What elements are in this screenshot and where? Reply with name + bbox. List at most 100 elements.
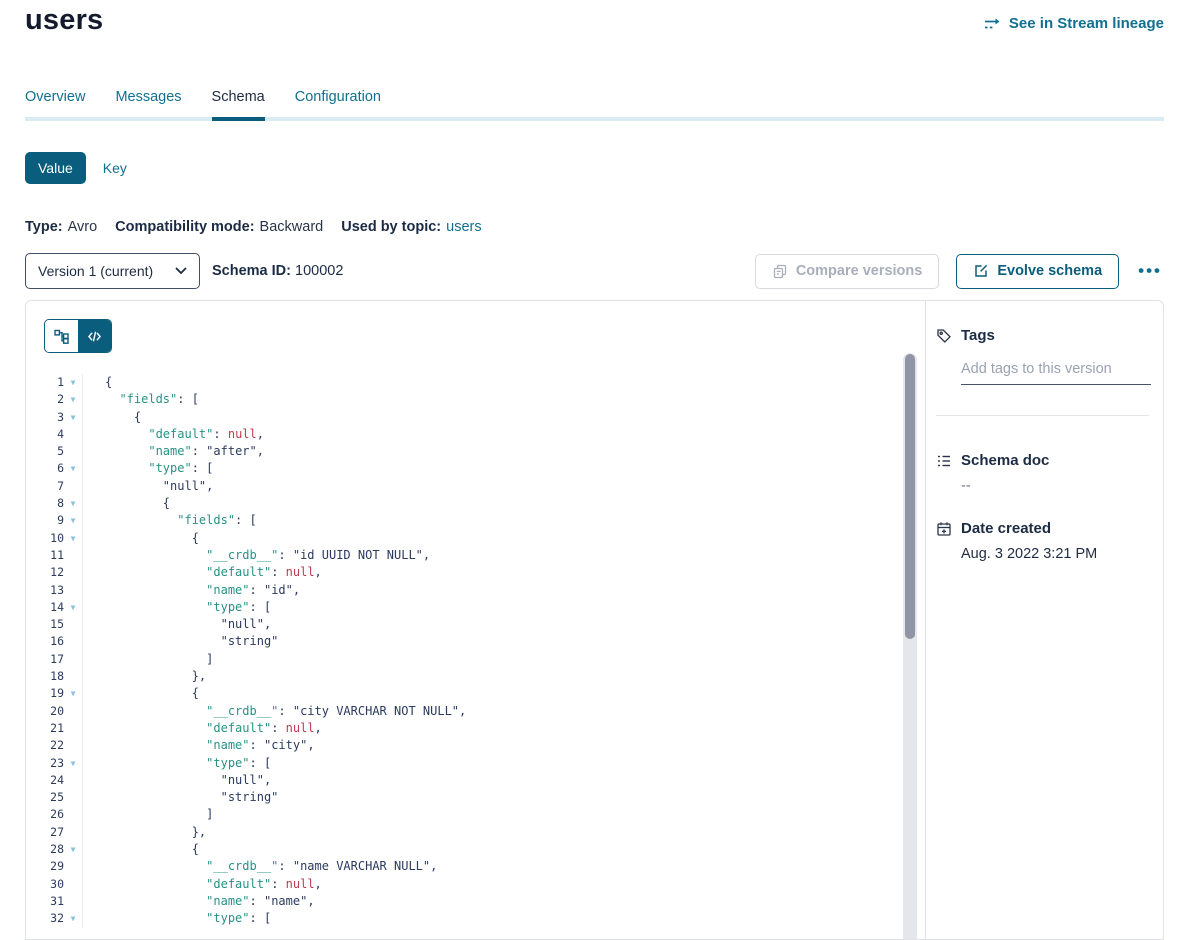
fold-gutter <box>64 876 83 893</box>
tab-overview[interactable]: Overview <box>25 89 85 121</box>
fold-gutter <box>64 806 83 823</box>
code-text: }, <box>83 668 206 685</box>
fold-toggle-icon[interactable]: ▼ <box>64 460 83 477</box>
stream-lineage-link[interactable]: See in Stream lineage <box>984 15 1164 32</box>
code-text: "default": null, <box>83 564 322 581</box>
fold-toggle-icon[interactable]: ▼ <box>64 841 83 858</box>
compare-icon <box>772 263 788 279</box>
edit-icon <box>973 263 989 279</box>
fold-toggle-icon[interactable]: ▼ <box>64 685 83 702</box>
code-line: 12 "default": null, <box>26 564 901 581</box>
line-number: 13 <box>26 582 64 599</box>
tab-configuration[interactable]: Configuration <box>295 89 381 121</box>
line-number: 15 <box>26 616 64 633</box>
fold-toggle-icon[interactable]: ▼ <box>64 530 83 547</box>
meta-value-link[interactable]: users <box>446 219 481 235</box>
sidebar-divider <box>936 415 1149 416</box>
fold-gutter <box>64 616 83 633</box>
code-text: "type": [ <box>83 599 271 616</box>
stream-lineage-label: See in Stream lineage <box>1009 15 1164 32</box>
schema-doc-header: Schema doc <box>936 452 1149 469</box>
evolve-schema-button[interactable]: Evolve schema <box>956 254 1119 289</box>
more-actions-button[interactable]: ••• <box>1136 261 1164 281</box>
fold-toggle-icon[interactable]: ▼ <box>64 910 83 927</box>
fold-gutter <box>64 893 83 910</box>
line-number: 11 <box>26 547 64 564</box>
line-number: 25 <box>26 789 64 806</box>
version-select-value: Version 1 (current) <box>38 263 153 279</box>
line-number: 7 <box>26 478 64 495</box>
code-line: 25 "string" <box>26 789 901 806</box>
line-number: 29 <box>26 858 64 875</box>
meta-item: Used by topic:users <box>341 219 481 235</box>
code-line: 23▼ "type": [ <box>26 755 901 772</box>
code-line: 5 "name": "after", <box>26 443 901 460</box>
schema-id-value: 100002 <box>295 263 343 279</box>
fold-gutter <box>64 789 83 806</box>
code-line: 17 ] <box>26 651 901 668</box>
meta-label: Type: <box>25 219 63 235</box>
fold-toggle-icon[interactable]: ▼ <box>64 512 83 529</box>
value-tab-button[interactable]: Value <box>25 152 86 184</box>
value-key-toggle: Value Key <box>25 152 127 184</box>
tab-bar: Overview Messages Schema Configuration <box>25 89 381 121</box>
fold-gutter <box>64 633 83 650</box>
code-line: 31 "name": "name", <box>26 893 901 910</box>
code-text: { <box>83 841 199 858</box>
tree-view-button[interactable] <box>45 320 78 352</box>
key-tab-button[interactable]: Key <box>103 160 127 176</box>
code-line: 16 "string" <box>26 633 901 650</box>
fold-toggle-icon[interactable]: ▼ <box>64 755 83 772</box>
fold-toggle-icon[interactable]: ▼ <box>64 599 83 616</box>
code-scrollbar[interactable] <box>903 353 917 939</box>
code-line: 26 ] <box>26 806 901 823</box>
line-number: 21 <box>26 720 64 737</box>
schema-id-label: Schema ID: <box>212 263 291 279</box>
list-icon <box>936 453 952 469</box>
code-line: 28▼ { <box>26 841 901 858</box>
fold-gutter <box>64 443 83 460</box>
code-line: 3▼ { <box>26 409 901 426</box>
code-line: 14▼ "type": [ <box>26 599 901 616</box>
code-pane: 1▼{2▼ "fields": [3▼ {4 "default": null,5… <box>26 301 926 939</box>
code-text: "type": [ <box>83 910 271 927</box>
code-text: "fields": [ <box>83 512 257 529</box>
version-select[interactable]: Version 1 (current) <box>25 253 200 289</box>
code-text: "default": null, <box>83 876 322 893</box>
code-line: 29 "__crdb__": "name VARCHAR NULL", <box>26 858 901 875</box>
code-scrollbar-thumb[interactable] <box>905 354 915 639</box>
code-text: "name": "after", <box>83 443 264 460</box>
fold-toggle-icon[interactable]: ▼ <box>64 495 83 512</box>
meta-value: Avro <box>68 219 98 235</box>
line-number: 20 <box>26 703 64 720</box>
tags-section-header: Tags <box>936 327 1149 344</box>
tab-schema[interactable]: Schema <box>212 89 265 121</box>
code-line: 22 "name": "city", <box>26 737 901 754</box>
fold-toggle-icon[interactable]: ▼ <box>64 391 83 408</box>
code-text: "name": "city", <box>83 737 315 754</box>
code-text: "string" <box>83 633 278 650</box>
line-number: 23 <box>26 755 64 772</box>
compare-versions-button[interactable]: Compare versions <box>755 254 940 289</box>
code-text: "type": [ <box>83 755 271 772</box>
code-text: "default": null, <box>83 426 264 443</box>
tab-messages[interactable]: Messages <box>115 89 181 121</box>
line-number: 12 <box>26 564 64 581</box>
schema-card: 1▼{2▼ "fields": [3▼ {4 "default": null,5… <box>25 300 1164 940</box>
code-line: 11 "__crdb__": "id UUID NOT NULL", <box>26 547 901 564</box>
date-created-title: Date created <box>961 520 1051 537</box>
fold-toggle-icon[interactable]: ▼ <box>64 374 83 391</box>
line-number: 9 <box>26 512 64 529</box>
code-line: 20 "__crdb__": "city VARCHAR NOT NULL", <box>26 703 901 720</box>
line-number: 19 <box>26 685 64 702</box>
compare-versions-label: Compare versions <box>796 263 923 279</box>
add-tags-input[interactable] <box>961 359 1151 385</box>
fold-toggle-icon[interactable]: ▼ <box>64 409 83 426</box>
code-view-button[interactable] <box>78 320 111 352</box>
line-number: 2 <box>26 391 64 408</box>
schema-id: Schema ID: 100002 <box>212 263 343 279</box>
code-text: { <box>83 409 141 426</box>
meta-item: Type: Avro <box>25 219 97 235</box>
code-text: }, <box>83 824 206 841</box>
line-number: 3 <box>26 409 64 426</box>
